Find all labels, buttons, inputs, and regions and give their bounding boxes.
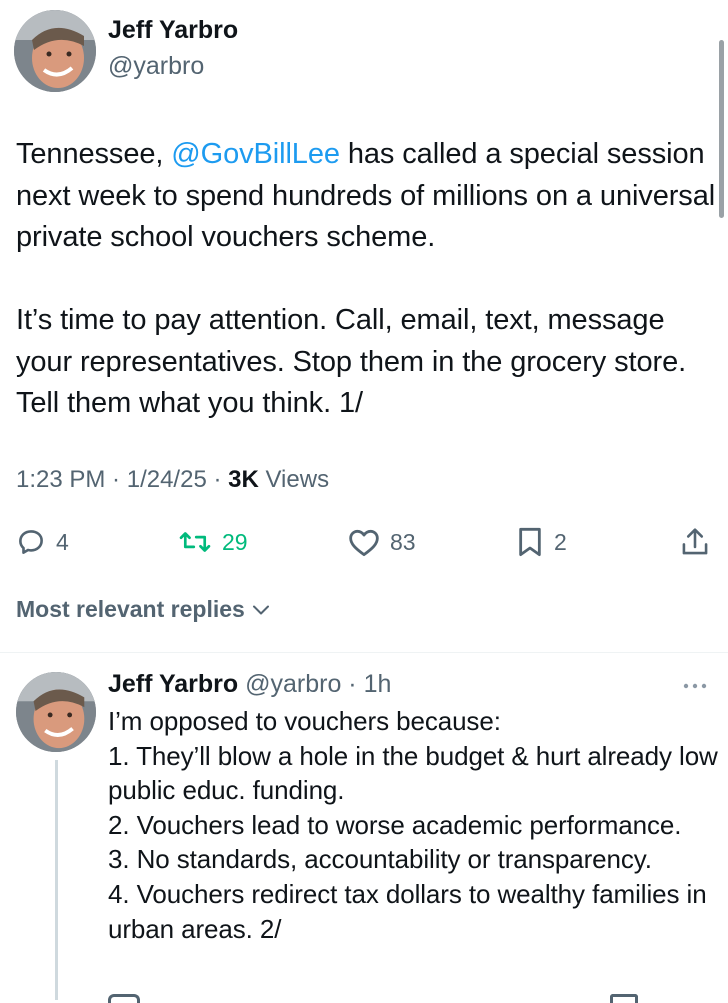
tweet-meta: 1:23 PM · 1/24/25 · 3K Views — [16, 466, 329, 494]
replies-sort-label: Most relevant replies — [16, 596, 245, 622]
bookmark-button[interactable]: 2 — [516, 520, 567, 564]
tweet-date[interactable]: 1/24/25 — [127, 466, 207, 493]
reply-author-avatar[interactable] — [16, 672, 96, 752]
reply-button[interactable]: 4 — [16, 520, 69, 564]
bookmark-action-peek — [610, 994, 638, 1003]
reply-author-handle[interactable]: @yarbro — [245, 670, 341, 698]
reply-age[interactable]: 1h — [364, 670, 392, 698]
reply-icon — [19, 530, 43, 554]
action-bar: 4 29 83 2 — [0, 520, 728, 564]
thread-line — [55, 760, 58, 1000]
like-count: 83 — [390, 528, 416, 555]
divider — [0, 652, 728, 653]
share-icon — [682, 528, 708, 555]
tweet-text-start: Tennessee, — [16, 138, 172, 170]
retweet-button[interactable]: 29 — [178, 520, 248, 564]
like-icon — [349, 529, 379, 557]
more-options-button[interactable] — [680, 676, 710, 701]
reply-text: I’m opposed to vouchers because: 1. They… — [108, 706, 718, 944]
tweet-time[interactable]: 1:23 PM — [16, 466, 105, 493]
reply-separator: · — [341, 670, 364, 698]
author-avatar[interactable] — [14, 10, 96, 92]
replies-sort-dropdown[interactable]: Most relevant replies — [16, 596, 271, 623]
tweet-text: Tennessee, @GovBillLee has called a spec… — [16, 134, 716, 425]
share-button[interactable] — [680, 520, 710, 564]
reply-action-peek — [108, 994, 140, 1003]
chevron-down-icon — [252, 605, 269, 614]
bookmark-count: 2 — [554, 528, 567, 555]
meta-separator: · — [206, 466, 229, 493]
views-label: Views — [265, 466, 330, 493]
bookmark-icon — [519, 527, 541, 557]
more-icon — [683, 683, 707, 689]
like-button[interactable]: 83 — [348, 520, 416, 564]
tweet-text-rest: has called a special session next week t… — [16, 138, 716, 419]
author-name[interactable]: Jeff Yarbro — [108, 16, 238, 45]
author-handle[interactable]: @yarbro — [108, 52, 204, 81]
reply-header: Jeff Yarbro @yarbro · 1h — [108, 670, 391, 699]
mention-link[interactable]: @GovBillLee — [171, 138, 340, 170]
retweet-count: 29 — [222, 528, 248, 555]
retweet-icon — [179, 532, 211, 552]
reply-count: 4 — [56, 528, 69, 555]
views-count: 3K — [228, 466, 259, 493]
reply-author-name[interactable]: Jeff Yarbro — [108, 670, 238, 698]
meta-separator: · — [105, 466, 127, 493]
